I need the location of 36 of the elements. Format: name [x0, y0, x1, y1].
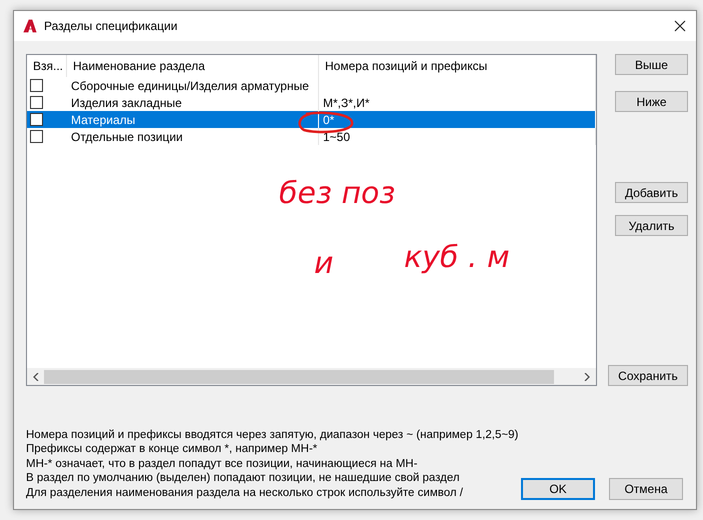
close-icon[interactable]	[674, 20, 686, 32]
table-cell: 0*	[319, 111, 596, 128]
handwritten-note: и	[314, 249, 334, 279]
scroll-right-icon[interactable]	[583, 372, 591, 380]
dialog-button[interactable]: Отмена	[609, 478, 683, 500]
table-cell: 1~50	[319, 128, 596, 145]
side-button[interactable]: Ниже	[615, 91, 688, 112]
dialog-title: Разделы спецификации	[44, 19, 178, 33]
side-button[interactable]: Удалить	[615, 215, 688, 236]
checkbox[interactable]	[30, 130, 43, 143]
checkbox[interactable]	[30, 79, 43, 92]
checkbox[interactable]	[30, 96, 43, 109]
side-button[interactable]: Выше	[615, 54, 688, 75]
table-cell: Отдельные позиции	[67, 128, 319, 145]
column-header[interactable]: Наименование раздела	[67, 55, 319, 77]
table-row[interactable]: Материалы 0*	[27, 111, 596, 128]
table-row[interactable]: Сборочные единицы/Изделия арматурные	[27, 77, 596, 94]
side-button[interactable]: Добавить	[615, 182, 688, 203]
app-logo-icon	[23, 19, 37, 33]
hint-text: Префиксы содержат в конце символ *, например МН-*	[26, 442, 318, 456]
column-header[interactable]: Взя...	[27, 55, 67, 77]
column-header[interactable]: Номера позиций и префиксы	[319, 55, 596, 77]
handwritten-note: без поз	[279, 179, 396, 209]
checkbox[interactable]	[30, 113, 43, 126]
table-cell: Материалы	[67, 111, 319, 128]
dialog-button[interactable]: OK	[521, 478, 595, 500]
hint-text: Номера позиций и префиксы вводятся через запятую, диапазон через ~ (например 1,2,5~9)	[26, 428, 520, 442]
side-button[interactable]: Сохранить	[608, 365, 688, 386]
horizontal-scrollbar[interactable]	[27, 368, 596, 385]
table-cell: Сборочные единицы/Изделия арматурные	[67, 77, 319, 94]
handwritten-note: куб . м	[404, 243, 510, 273]
hint-text: Для разделения наименования раздела на несколько строк используйте символ /	[26, 486, 464, 500]
table-row[interactable]: Отдельные позиции 1~50	[27, 128, 596, 145]
scroll-left-icon[interactable]	[32, 372, 40, 380]
hint-text: В раздел по умолчанию (выделен) попадают позиции, не нашедшие свой раздел	[26, 471, 461, 486]
hint-text: МН-* означает, что в раздел попадут все позиции, начинающиеся на МН-	[26, 456, 418, 471]
